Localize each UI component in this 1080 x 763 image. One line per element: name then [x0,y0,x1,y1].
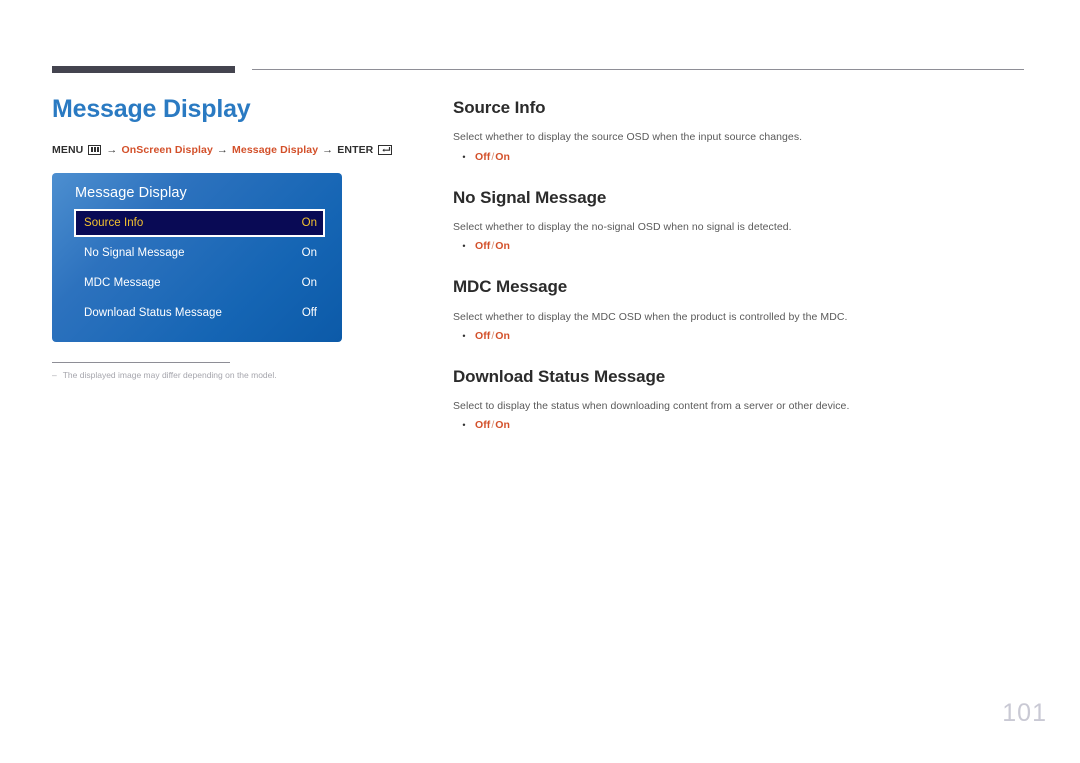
osd-row-value: On [301,216,317,229]
breadcrumb-arrow-2: → [216,143,229,156]
footnote-block: – The displayed image may differ dependi… [52,361,277,381]
section-description: Select to display the status when downlo… [453,400,850,413]
section-title: No Signal Message [453,187,607,207]
page-number: 101 [1002,699,1047,727]
osd-row-label: No Signal Message [84,246,185,259]
osd-menu-panel: Message Display Source Info On No Signal… [52,172,342,342]
option-on[interactable]: On [495,419,510,431]
option-row: • Off/On [453,330,1033,342]
osd-row-mdc-message[interactable]: MDC Message On [74,271,325,295]
option-row: • Off/On [453,419,1033,431]
option-off[interactable]: Off [475,419,490,431]
left-column: Message Display MENU → OnScreen Display … [52,95,422,381]
option-off[interactable]: Off [475,330,490,342]
header-accent-bar [52,66,235,73]
footnote-text: The displayed image may differ depending… [62,369,277,380]
section-title: Download Status Message [453,366,666,386]
option-off[interactable]: Off [475,151,490,163]
section-title: Source Info [453,98,546,117]
header-thin-line [252,69,1024,70]
option-on[interactable]: On [495,240,510,252]
right-column: Source Info Select whether to display th… [453,98,1033,431]
bullet-icon: • [462,151,466,162]
bullet-icon: • [462,330,466,341]
footnote-dash: – [52,369,57,380]
footnote-divider [52,361,230,363]
section-source-info: Source Info Select whether to display th… [453,98,1033,163]
osd-row-label: Source Info [84,216,144,229]
section-download-status-message: Download Status Message Select to displa… [453,367,1033,432]
breadcrumb-item-onscreen-display[interactable]: OnScreen Display [121,144,212,156]
breadcrumb: MENU → OnScreen Display → Message Displa… [52,144,422,156]
option-on[interactable]: On [495,151,510,163]
bullet-icon: • [462,420,466,431]
option-values: Off/On [475,151,510,163]
option-row: • Off/On [453,240,1033,252]
option-off[interactable]: Off [475,240,490,252]
osd-row-value: Off [301,306,317,319]
bullet-icon: • [462,241,466,252]
osd-row-value: On [301,246,317,259]
option-values: Off/On [475,240,510,252]
osd-row-source-info[interactable]: Source Info On [74,208,325,237]
option-row: • Off/On [453,151,1033,163]
osd-row-label: Download Status Message [84,306,222,319]
page-title: Message Display [52,95,251,123]
section-title: MDC Message [453,277,568,297]
breadcrumb-menu-label: MENU [52,143,84,156]
breadcrumb-enter-label: ENTER [337,143,374,156]
breadcrumb-item-message-display[interactable]: Message Display [232,144,318,156]
option-on[interactable]: On [495,330,510,342]
option-values: Off/On [475,419,510,431]
breadcrumb-arrow-1: → [106,143,118,156]
footnote: – The displayed image may differ dependi… [52,369,277,381]
osd-row-value: On [301,276,317,289]
menu-grid-icon [88,144,102,155]
osd-row-no-signal-message[interactable]: No Signal Message On [74,241,325,265]
section-description: Select whether to display the MDC OSD wh… [453,310,848,323]
section-description: Select whether to display the source OSD… [453,131,803,144]
osd-row-download-status-message[interactable]: Download Status Message Off [74,301,325,325]
section-no-signal-message: No Signal Message Select whether to disp… [453,188,1033,253]
header-rule [52,66,1024,74]
option-values: Off/On [475,330,510,342]
breadcrumb-arrow-3: → [322,143,334,156]
section-mdc-message: MDC Message Select whether to display th… [453,277,1033,342]
section-description: Select whether to display the no-signal … [453,220,792,233]
enter-key-icon [378,144,393,155]
osd-row-label: MDC Message [84,276,161,289]
osd-menu-title: Message Display [75,184,187,201]
